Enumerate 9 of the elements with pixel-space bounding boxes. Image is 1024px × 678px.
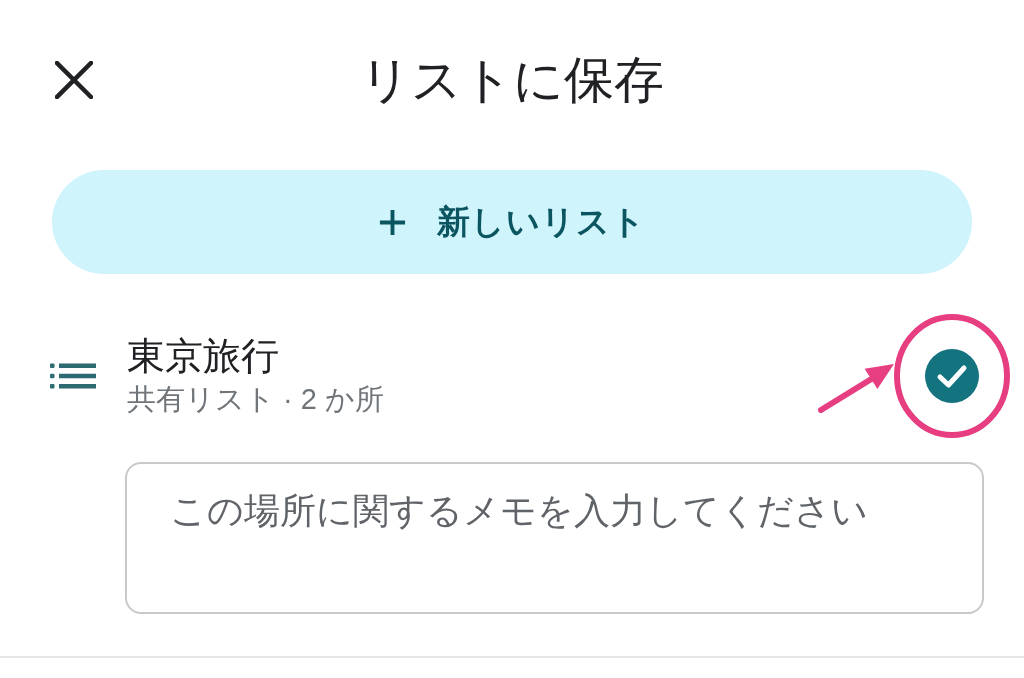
list-name: 東京旅行	[127, 334, 279, 379]
new-list-button[interactable]: 新しいリスト	[52, 170, 972, 274]
close-icon	[55, 61, 93, 99]
memo-field[interactable]: この場所に関するメモを入力してください	[125, 462, 984, 614]
list-details: 共有リスト · 2 か所	[127, 382, 384, 417]
plus-icon	[378, 208, 406, 236]
dialog-title: リストに保存	[360, 51, 664, 110]
list-icon	[50, 362, 96, 390]
checkbox[interactable]	[925, 349, 979, 403]
